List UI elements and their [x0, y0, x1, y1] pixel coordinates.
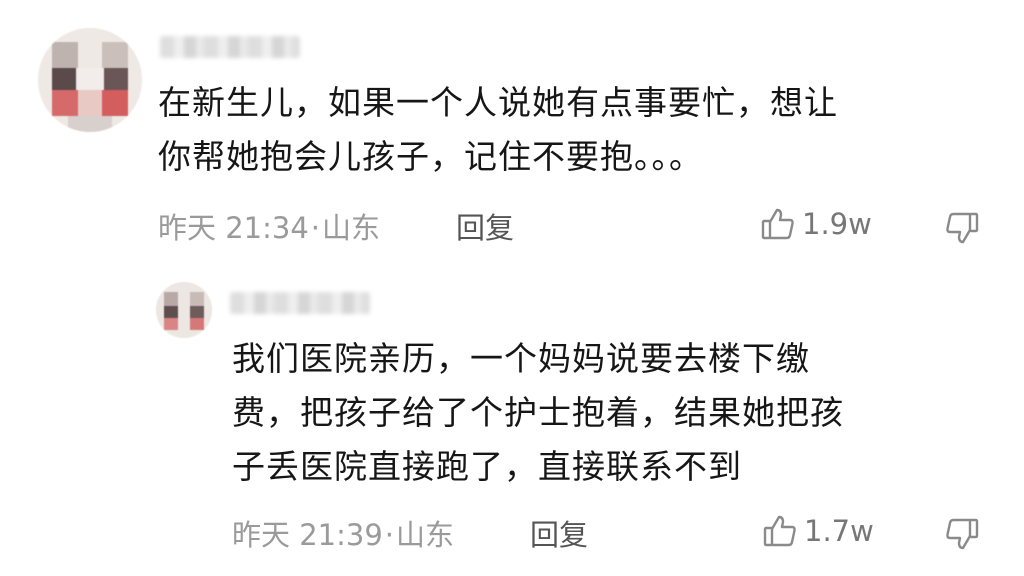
comment-time: 昨天 21:39: [232, 518, 383, 552]
comment-text: 我们医院亲历，一个妈妈说要去楼下缴 费，把孩子给了个护士抱着，结果她把孩 子丢医…: [232, 339, 844, 486]
like-button[interactable]: 1.9w: [760, 206, 872, 242]
dislike-button[interactable]: [944, 516, 980, 552]
thumbs-down-icon: [944, 516, 980, 552]
reply-button[interactable]: 回复: [530, 512, 588, 554]
username-blurred[interactable]: [230, 292, 370, 314]
username-blurred[interactable]: [160, 36, 300, 58]
avatar[interactable]: [38, 28, 142, 132]
meta-separator: ·: [384, 518, 395, 552]
comment-location: 山东: [322, 211, 381, 245]
like-button[interactable]: 1.7w: [762, 513, 874, 549]
thumbs-up-icon: [760, 206, 796, 242]
thumbs-up-icon: [762, 513, 798, 549]
comment-meta: 昨天 21:39·山东: [232, 512, 454, 554]
avatar[interactable]: [156, 282, 212, 338]
meta-separator: ·: [310, 211, 321, 245]
like-count: 1.7w: [804, 514, 874, 548]
comment-time: 昨天 21:34: [158, 211, 309, 245]
reply-button[interactable]: 回复: [456, 205, 514, 247]
comment-location: 山东: [396, 518, 455, 552]
thumbs-down-icon: [944, 210, 980, 246]
dislike-button[interactable]: [944, 210, 980, 246]
comment-text: 在新生儿，如果一个人说她有点事要忙，想让 你帮她抱会儿孩子，记住不要抱。。。: [158, 83, 838, 176]
comment-meta: 昨天 21:34·山东: [158, 205, 380, 247]
like-count: 1.9w: [802, 207, 872, 241]
